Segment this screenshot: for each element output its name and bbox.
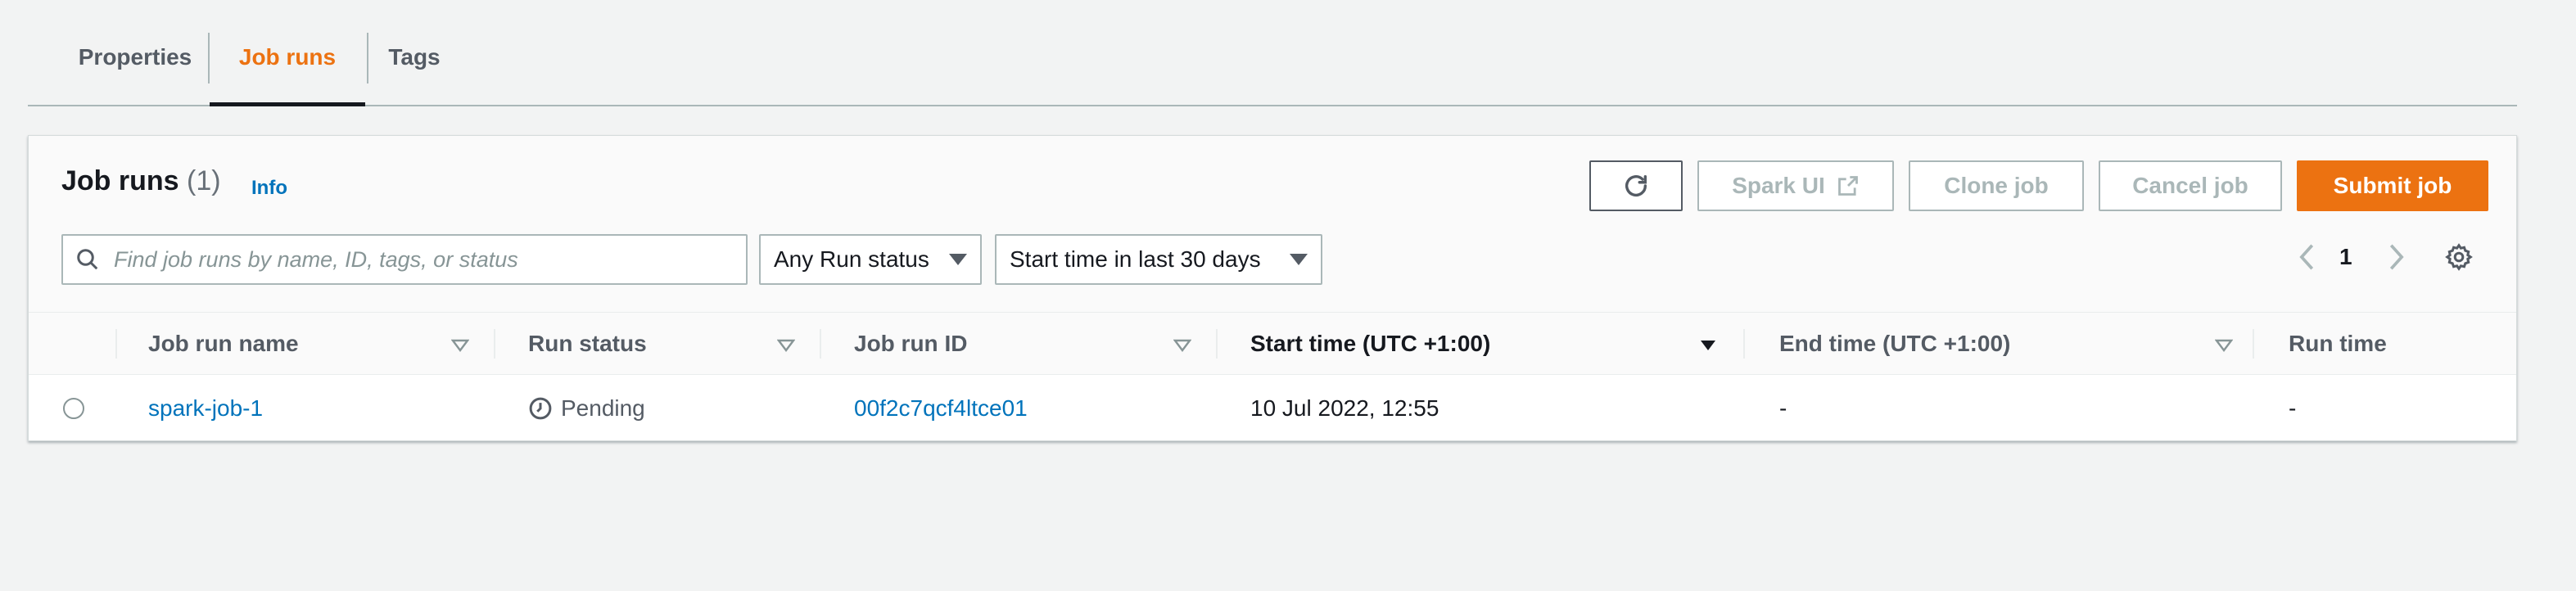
job-run-id-link[interactable]: 00f2c7qcf4ltce01 (854, 395, 1028, 422)
refresh-icon (1625, 174, 1647, 196)
submit-job-button[interactable]: Submit job (2297, 160, 2488, 211)
run-status-select[interactable]: Any Run status (759, 234, 982, 285)
previous-page-button[interactable] (2295, 241, 2320, 277)
table-row[interactable]: spark-job-1 Pending 00f2c7qcf4ltce01 10 … (29, 375, 2516, 442)
start-time-select[interactable]: Start time in last 30 days (995, 234, 1322, 285)
panel-title-text: Job runs (61, 165, 179, 196)
job-run-name-link[interactable]: spark-job-1 (148, 395, 263, 422)
table-header: Job run name Run status Job run ID Start… (29, 313, 2516, 375)
search-input[interactable] (112, 246, 734, 273)
tab-job-runs[interactable]: Job runs (210, 33, 365, 106)
tab-tags[interactable]: Tags (368, 33, 460, 106)
next-page-button[interactable] (2384, 241, 2408, 277)
column-header-job-run-name[interactable]: Job run name (148, 313, 299, 375)
end-time-cell: - (1779, 395, 1787, 421)
job-run-id-cell: 00f2c7qcf4ltce01 (854, 375, 1028, 442)
column-header-start-time[interactable]: Start time (UTC +1:00) (1250, 313, 1490, 375)
info-link[interactable]: Info (251, 177, 287, 200)
page-number[interactable]: 1 (2339, 244, 2352, 270)
sort-icon (2215, 339, 2233, 352)
run-status-cell: Pending (528, 375, 645, 442)
external-link-icon (1837, 176, 1858, 196)
sort-icon (451, 339, 469, 352)
start-time-cell: 10 Jul 2022, 12:55 (1250, 395, 1439, 421)
caret-down-icon (1290, 254, 1308, 265)
cancel-job-button[interactable]: Cancel job (2099, 160, 2282, 211)
status-text: Pending (561, 395, 645, 421)
spark-ui-label: Spark UI (1732, 173, 1825, 198)
chevron-right-icon (2389, 244, 2404, 270)
tab-bar: Properties Job runs Tags (28, 0, 2517, 106)
search-box (61, 234, 748, 285)
status-indicator: Pending (528, 395, 645, 422)
column-divider (1216, 329, 1218, 359)
caret-down-icon (949, 254, 967, 265)
sort-icon (1173, 339, 1191, 352)
panel-header: Job runs (1) Info Spark UI Clone job Can… (29, 136, 2516, 313)
row-select-radio[interactable] (63, 398, 84, 419)
column-header-job-run-id[interactable]: Job run ID (854, 313, 967, 375)
column-header-run-time[interactable]: Run time (2289, 313, 2387, 375)
run-time-cell: - (2289, 395, 2297, 421)
column-divider (115, 329, 117, 359)
sort-descending-icon (1701, 341, 1715, 350)
tab-properties[interactable]: Properties (62, 33, 208, 106)
start-time-select-value: Start time in last 30 days (1010, 246, 1261, 272)
column-divider (820, 329, 821, 359)
search-icon (63, 247, 112, 272)
column-divider (2253, 329, 2254, 359)
column-header-run-status[interactable]: Run status (528, 313, 647, 375)
panel-title: Job runs (1) (61, 165, 221, 197)
job-run-count: (1) (187, 165, 221, 196)
preferences-button[interactable] (2444, 242, 2474, 276)
clone-job-button[interactable]: Clone job (1909, 160, 2084, 211)
job-runs-panel: Job runs (1) Info Spark UI Clone job Can… (28, 135, 2517, 441)
sort-icon (777, 339, 795, 352)
column-divider (1743, 329, 1745, 359)
clock-icon (529, 397, 552, 420)
run-status-select-value: Any Run status (774, 246, 929, 272)
gear-icon (2445, 243, 2473, 271)
spark-ui-button[interactable]: Spark UI (1697, 160, 1894, 211)
chevron-left-icon (2299, 244, 2314, 270)
column-header-end-time[interactable]: End time (UTC +1:00) (1779, 313, 2010, 375)
column-divider (494, 329, 495, 359)
job-run-name-cell: spark-job-1 (148, 375, 263, 442)
refresh-button[interactable] (1589, 160, 1683, 211)
